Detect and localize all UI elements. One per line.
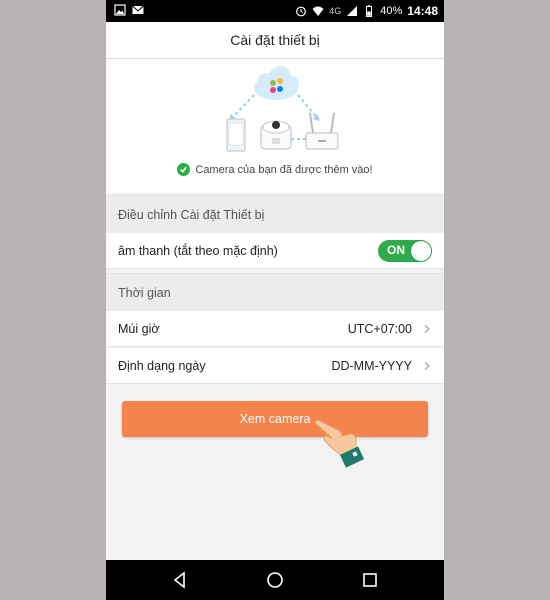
success-message: Camera của bạn đã được thêm vào! [106, 163, 444, 176]
navigation-bar [106, 560, 444, 600]
sound-setting-row: âm thanh (tắt theo mặc định) ON [106, 233, 444, 269]
recents-icon[interactable] [360, 570, 380, 590]
date-format-label: Định dạng ngày [118, 358, 206, 373]
date-format-value: DD-MM-YYYY [331, 358, 412, 373]
sound-toggle[interactable]: ON [378, 239, 432, 262]
check-circle-icon [177, 163, 191, 176]
device-network-illustration [226, 66, 339, 152]
phone-screen: 4G 40% 14:48 Cài đặt thiết bị Camera của… [106, 0, 444, 600]
cloud-icon [254, 66, 299, 100]
battery-icon [366, 5, 373, 17]
timezone-value: UTC+07:00 [347, 321, 412, 336]
router-icon [305, 112, 339, 150]
status-bar: 4G 40% 14:48 [106, 0, 444, 22]
mail-icon [132, 5, 144, 14]
camera-device-icon [260, 120, 292, 150]
chevron-right-icon [424, 324, 431, 333]
view-camera-label: Xem camera [239, 412, 311, 426]
timezone-label: Múi giờ [118, 321, 160, 336]
section-time: Thời gian [106, 273, 444, 311]
clock: 14:48 [407, 4, 438, 18]
network-type: 4G [329, 6, 342, 16]
toggle-state-label: ON [387, 242, 405, 257]
section-device-settings: Điều chỉnh Cài đặt Thiết bị [106, 195, 444, 233]
view-camera-button[interactable]: Xem camera [122, 401, 428, 437]
page-header: Cài đặt thiết bị [106, 22, 444, 59]
home-icon[interactable] [265, 570, 285, 590]
wifi-icon [312, 6, 324, 16]
page-title: Cài đặt thiết bị [230, 32, 320, 48]
timezone-row[interactable]: Múi giờ UTC+07:00 [106, 311, 444, 347]
toggle-knob [411, 240, 431, 261]
signal-icon [347, 6, 358, 16]
alarm-icon [296, 6, 307, 17]
tap-hand-icon [314, 419, 365, 468]
chevron-right-icon [424, 361, 431, 370]
success-text: Camera của bạn đã được thêm vào! [195, 163, 373, 176]
date-format-row[interactable]: Định dạng ngày DD-MM-YYYY [106, 348, 444, 384]
sound-label: âm thanh (tắt theo mặc định) [118, 243, 278, 258]
hero-panel: Camera của bạn đã được thêm vào! [106, 59, 444, 193]
smartphone-icon [226, 118, 246, 152]
battery-level: 40% [380, 5, 403, 17]
image-icon [114, 4, 126, 16]
back-icon[interactable] [170, 570, 190, 590]
section-title: Thời gian [118, 285, 171, 300]
section-title: Điều chỉnh Cài đặt Thiết bị [118, 207, 265, 222]
